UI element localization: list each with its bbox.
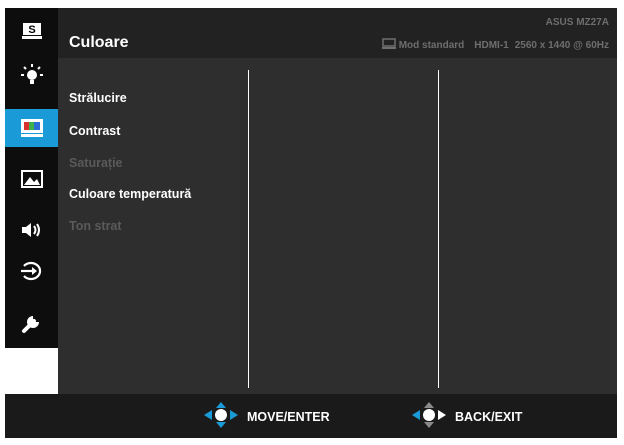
joystick-back-icon (409, 401, 449, 433)
sidebar: S (5, 8, 58, 348)
input-select-icon (20, 261, 43, 281)
menu-item-contrast[interactable]: Contrast (69, 124, 120, 138)
brightness-icon (20, 63, 44, 87)
move-enter-hint: MOVE/ENTER (201, 401, 330, 433)
sidebar-item-image[interactable] (5, 160, 58, 198)
back-exit-label: BACK/EXIT (455, 410, 523, 424)
resolution-label: 2560 x 1440 @ 60Hz (514, 39, 609, 51)
menu-item-brightness[interactable]: Strălucire (69, 91, 127, 105)
sound-icon (20, 221, 44, 239)
page-title: Culoare (69, 34, 129, 51)
back-exit-hint: BACK/EXIT (409, 401, 523, 433)
mode-label: Mod standard (398, 39, 465, 51)
svg-text:S: S (28, 24, 35, 36)
model-name: ASUS MZ27A (545, 17, 609, 28)
osd-menu: S Culoare ASUS MZ27A Mod standard HDMI-1… (5, 8, 617, 438)
image-icon (20, 170, 43, 188)
sidebar-item-sound[interactable] (5, 211, 58, 249)
column-divider (248, 70, 249, 388)
splendid-icon: S (21, 22, 42, 40)
sidebar-item-color[interactable] (5, 109, 58, 147)
system-setup-icon (21, 312, 43, 334)
status-bar: Mod standard HDMI-1 2560 x 1440 @ 60Hz (381, 38, 609, 52)
footer-bar: MOVE/ENTER BACK/EXIT (5, 394, 617, 438)
menu-item-skin-tone: Ton strat (69, 219, 122, 233)
sidebar-item-splendid[interactable]: S (5, 12, 58, 50)
menu-item-saturation: Saturație (69, 156, 123, 170)
joystick-move-icon (201, 401, 241, 433)
header-bar: Culoare ASUS MZ27A Mod standard HDMI-1 2… (58, 8, 617, 58)
move-enter-label: MOVE/ENTER (247, 410, 330, 424)
menu-item-color-temperature[interactable]: Culoare temperatură (69, 187, 191, 201)
column-divider (438, 70, 439, 388)
sidebar-item-input-select[interactable] (5, 252, 58, 290)
color-icon (20, 119, 43, 137)
menu-list: Strălucire Contrast Saturație Culoare te… (58, 58, 248, 394)
input-label: HDMI-1 (474, 39, 509, 51)
sidebar-item-system-setup[interactable] (5, 304, 58, 342)
monitor-icon (381, 38, 396, 52)
main-panel: Culoare ASUS MZ27A Mod standard HDMI-1 2… (58, 8, 617, 394)
sidebar-item-brightness[interactable] (5, 56, 58, 94)
